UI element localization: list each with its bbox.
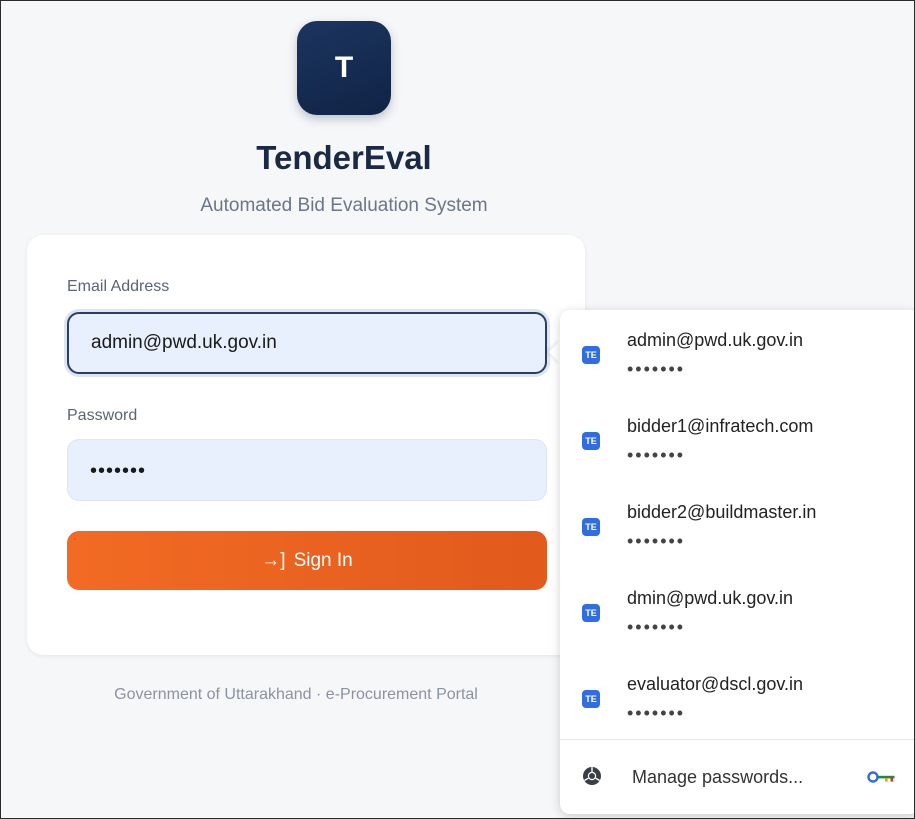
- credential-username: admin@pwd.uk.gov.in: [627, 330, 804, 350]
- logo-letter: T: [334, 51, 354, 84]
- app-title: TenderEval: [256, 139, 432, 176]
- email-field[interactable]: admin@pwd.uk.gov.in: [67, 312, 547, 374]
- saved-credential-item[interactable]: TE bidder2@buildmaster.in •••••••: [560, 482, 914, 568]
- site-badge-icon: TE: [582, 690, 600, 708]
- key-icon: [867, 771, 895, 783]
- site-badge-icon: TE: [582, 604, 600, 622]
- credential-password: •••••••: [627, 531, 686, 551]
- saved-credential-item[interactable]: TE admin@pwd.uk.gov.in •••••••: [560, 310, 914, 396]
- password-autofill-popup: TE admin@pwd.uk.gov.in ••••••• TE bidder…: [560, 310, 914, 814]
- credential-username: bidder2@buildmaster.in: [627, 502, 817, 522]
- footer-text: Government of Uttarakhand · e-Procuremen…: [114, 686, 478, 703]
- saved-credential-item[interactable]: TE evaluator@dscl.gov.in •••••••: [560, 654, 914, 740]
- credential-username: bidder1@infratech.com: [627, 416, 814, 436]
- password-label: Password: [67, 407, 138, 424]
- login-page: T TenderEval Automated Bid Evaluation Sy…: [0, 0, 915, 819]
- sign-in-icon: →]: [261, 549, 286, 571]
- site-badge-icon: TE: [582, 432, 600, 450]
- chrome-icon: [583, 767, 601, 785]
- site-badge-icon: TE: [582, 346, 600, 364]
- credential-password: •••••••: [627, 703, 686, 723]
- credential-password: •••••••: [627, 445, 686, 465]
- credential-username: evaluator@dscl.gov.in: [627, 674, 804, 694]
- app-subtitle: Automated Bid Evaluation System: [200, 195, 488, 216]
- credential-username: dmin@pwd.uk.gov.in: [627, 588, 794, 608]
- password-field[interactable]: •••••••: [67, 439, 547, 501]
- manage-passwords-button[interactable]: Manage passwords...: [560, 740, 914, 814]
- site-badge-icon: TE: [582, 518, 600, 536]
- credential-password: •••••••: [627, 617, 686, 637]
- sign-in-button[interactable]: →] Sign In: [67, 531, 547, 590]
- sign-in-label: Sign In: [293, 549, 353, 571]
- manage-passwords-label: Manage passwords...: [632, 767, 804, 787]
- credential-password: •••••••: [627, 359, 686, 379]
- saved-credential-item[interactable]: TE bidder1@infratech.com •••••••: [560, 396, 914, 482]
- app-logo: T: [297, 21, 391, 115]
- email-label: Email Address: [67, 278, 170, 295]
- saved-credential-item[interactable]: TE dmin@pwd.uk.gov.in •••••••: [560, 568, 914, 654]
